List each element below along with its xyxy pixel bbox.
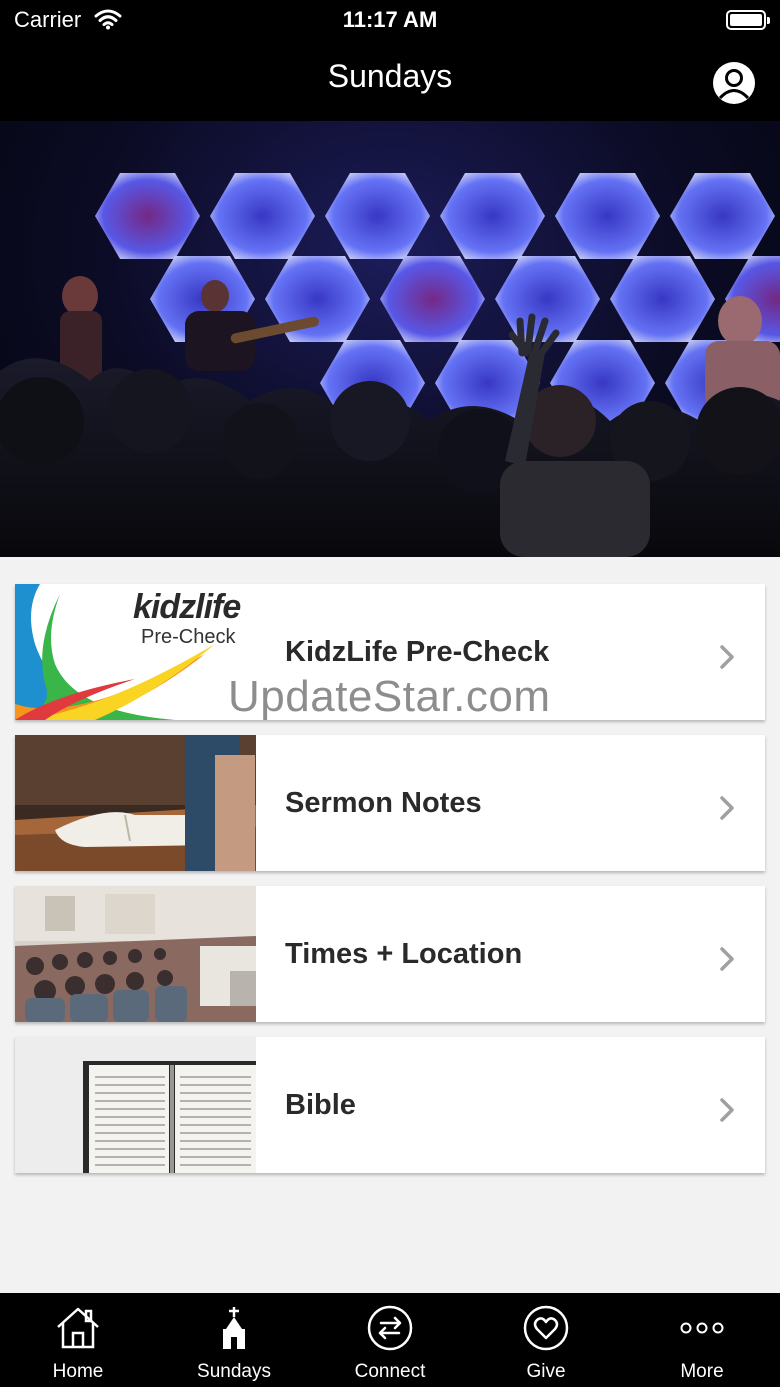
kidzlife-thumbnail: kidzlife Pre-Check (15, 584, 256, 720)
status-bar: Carrier 11:17 AM (0, 0, 780, 40)
chevron-right-icon (720, 645, 734, 669)
hero-image (0, 121, 780, 557)
tab-more[interactable]: More (624, 1293, 780, 1387)
chevron-right-icon (720, 947, 734, 971)
list-item-bible[interactable]: Bible (15, 1037, 765, 1173)
hero-illustration (0, 173, 780, 557)
chevron-right-icon (720, 796, 734, 820)
list-item-label: Times + Location (285, 937, 523, 970)
home-icon (57, 1307, 99, 1349)
tab-label: More (680, 1361, 724, 1382)
list-item-times-location[interactable]: Times + Location (15, 886, 765, 1022)
chevron-right-icon (720, 1098, 734, 1122)
tab-bar: Home Sundays Connect Give More (0, 1293, 780, 1387)
more-icon (680, 1322, 724, 1334)
navigation-bar: Sundays (0, 40, 780, 121)
tab-label: Sundays (197, 1361, 271, 1382)
bible-thumbnail (15, 1037, 256, 1173)
kidzlife-logo-text: kidzlife (133, 588, 241, 626)
kidzlife-logo-subtitle: Pre-Check (141, 626, 236, 648)
list-item-sermon-notes[interactable]: Sermon Notes (15, 735, 765, 871)
app-screen: Carrier 11:17 AM Sundays kidzlife Pre-Ch… (0, 0, 780, 1387)
times-location-thumbnail (15, 886, 256, 1022)
open-book-photo (15, 735, 256, 871)
list-item-label: Sermon Notes (285, 786, 482, 819)
status-time: 11:17 AM (342, 7, 438, 32)
page-title: Sundays (327, 58, 453, 94)
battery-icon (726, 10, 770, 30)
tab-label: Give (526, 1361, 566, 1382)
church-icon (223, 1307, 245, 1349)
heart-icon (523, 1305, 569, 1351)
tab-connect[interactable]: Connect (312, 1293, 468, 1387)
connect-icon (367, 1305, 413, 1351)
list-item-label: KidzLife Pre-Check (285, 635, 550, 668)
watermark-text: UpdateStar.com (228, 672, 551, 721)
profile-icon[interactable] (712, 61, 756, 105)
tab-home[interactable]: Home (0, 1293, 156, 1387)
tab-label: Connect (354, 1361, 426, 1382)
bible-photo (15, 1037, 256, 1173)
tab-label: Home (52, 1361, 104, 1382)
congregation-photo (15, 886, 256, 1022)
sermon-notes-thumbnail (15, 735, 256, 871)
tab-sundays[interactable]: Sundays (156, 1293, 312, 1387)
list-item-label: Bible (285, 1088, 356, 1121)
tab-give[interactable]: Give (468, 1293, 624, 1387)
